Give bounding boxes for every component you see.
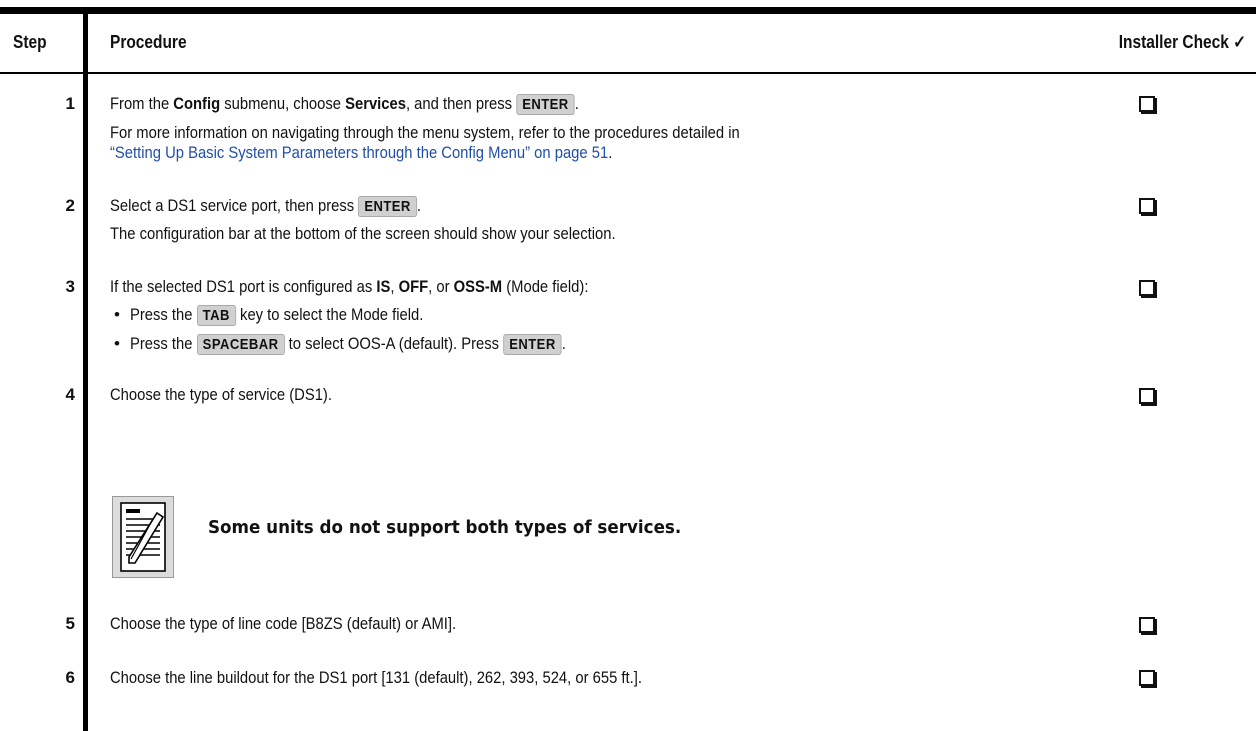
enter-key: ENTER — [358, 196, 417, 217]
checkbox-icon[interactable] — [1139, 670, 1155, 686]
step-1-info: For more information on navigating throu… — [110, 123, 740, 142]
step-4-instruction: Choose the type of service (DS1). — [110, 385, 332, 404]
step-number: 5 — [65, 614, 75, 633]
step-3-instruction: If the selected DS1 port is configured a… — [110, 277, 589, 296]
bullet: • — [114, 305, 120, 324]
checkbox-icon[interactable] — [1139, 96, 1155, 112]
checkbox-icon[interactable] — [1139, 388, 1155, 404]
checkbox-icon[interactable] — [1139, 617, 1155, 633]
header-installer-check: Installer Check ✓ — [1118, 32, 1246, 52]
step-number: 2 — [65, 196, 75, 215]
step-3-bullet-2: Press the SPACEBAR to select OOS-A (defa… — [130, 334, 566, 355]
enter-key: ENTER — [503, 334, 562, 355]
step-1-reference: “Setting Up Basic System Parameters thro… — [110, 143, 613, 162]
header-procedure: Procedure — [110, 32, 187, 52]
note-pencil-icon — [112, 496, 174, 578]
step-number: 1 — [65, 94, 75, 113]
cross-reference-link[interactable]: “Setting Up Basic System Parameters thro… — [110, 143, 608, 162]
enter-key: ENTER — [516, 94, 575, 115]
step-number: 3 — [65, 277, 75, 296]
header-rule — [0, 72, 1256, 74]
tab-key: TAB — [196, 305, 236, 326]
header-step: Step — [13, 32, 47, 52]
step-number: 6 — [65, 668, 75, 687]
step-number: 4 — [65, 385, 75, 404]
note-text: Some units do not support both types of … — [208, 517, 682, 538]
step-1-instruction: From the Config submenu, choose Services… — [110, 94, 579, 115]
checkbox-icon[interactable] — [1139, 198, 1155, 214]
step-5-instruction: Choose the type of line code [B8ZS (defa… — [110, 614, 457, 633]
column-divider — [83, 14, 88, 731]
spacebar-key: SPACEBAR — [196, 334, 285, 355]
top-rule — [0, 7, 1256, 14]
checkbox-icon[interactable] — [1139, 280, 1155, 296]
step-3-bullet-1: Press the TAB key to select the Mode fie… — [130, 305, 424, 326]
step-6-instruction: Choose the line buildout for the DS1 por… — [110, 668, 642, 687]
bullet: • — [114, 334, 120, 353]
step-2-instruction: Select a DS1 service port, then press EN… — [110, 196, 421, 217]
step-2-info: The configuration bar at the bottom of t… — [110, 224, 616, 243]
